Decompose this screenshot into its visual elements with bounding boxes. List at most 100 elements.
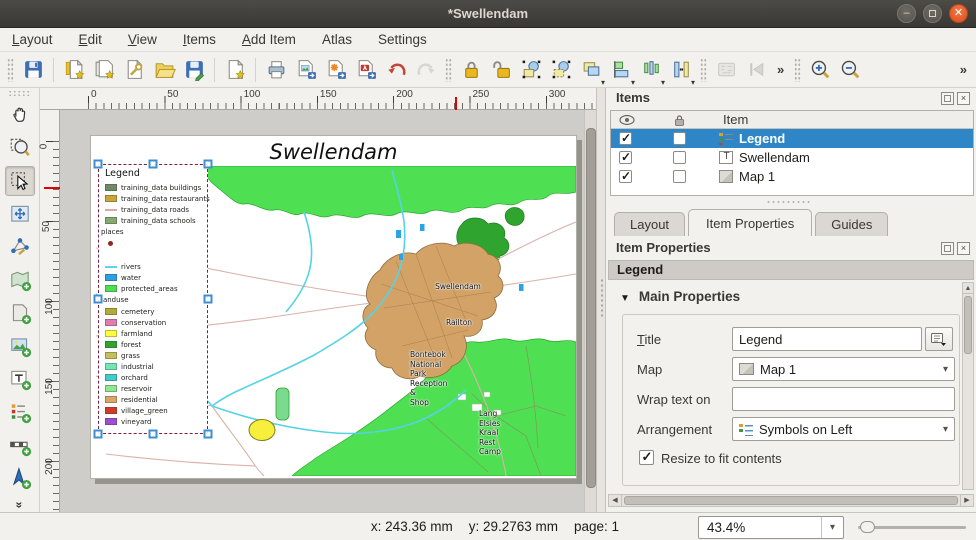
properties-vertical-scrollbar[interactable]: ▲ [962, 282, 974, 490]
atlas-first-feature-button[interactable] [742, 56, 770, 84]
selection-handle-sw[interactable] [94, 430, 103, 439]
selection-handle-se[interactable] [204, 430, 213, 439]
menu-layout[interactable]: Layout [12, 32, 53, 47]
menu-settings[interactable]: Settings [378, 32, 427, 47]
items-row-legend[interactable]: Legend [611, 129, 973, 148]
scroll-up-arrow-icon[interactable]: ▲ [963, 283, 973, 294]
distribute-selected-items-button[interactable] [637, 56, 665, 84]
toolbar-overflow-button[interactable]: » [772, 62, 789, 77]
duplicate-layout-button[interactable] [90, 56, 118, 84]
zoom-level-combobox[interactable]: 43.4% ▾ [698, 516, 844, 539]
items-row-swellendam[interactable]: Swellendam [611, 148, 973, 167]
selection-handle-e[interactable] [204, 295, 213, 304]
zoom-tool-button[interactable] [5, 133, 35, 163]
open-layout-button[interactable] [150, 56, 178, 84]
select-move-item-button[interactable] [5, 166, 35, 196]
scroll-left-arrow-icon[interactable]: ◀ [609, 495, 622, 506]
item-visibility-checkbox[interactable] [619, 151, 632, 164]
new-layout-button[interactable] [60, 56, 88, 84]
add-map-button[interactable] [5, 265, 35, 295]
toolbar-drag-handle[interactable] [445, 58, 452, 82]
selection-handle-s[interactable] [149, 430, 158, 439]
raise-selected-items-button[interactable] [577, 56, 605, 84]
tab-guides[interactable]: Guides [815, 212, 888, 236]
item-lock-checkbox[interactable] [673, 170, 686, 183]
menu-view[interactable]: View [128, 32, 157, 47]
menu-atlas[interactable]: Atlas [322, 32, 352, 47]
canvas-vertical-scrollbar[interactable] [584, 110, 596, 512]
selection-handle-nw[interactable] [94, 160, 103, 169]
edit-nodes-item-button[interactable] [5, 232, 35, 262]
toolbar-drag-handle[interactable] [700, 58, 707, 82]
scrollbar-thumb[interactable] [964, 296, 972, 354]
add-3d-map-button[interactable] [5, 298, 35, 328]
wrap-text-input[interactable] [732, 387, 955, 411]
item-visibility-checkbox[interactable] [619, 132, 632, 145]
map-select[interactable]: Map 1 ▾ [732, 357, 955, 381]
add-scalebar-button[interactable] [5, 430, 35, 460]
export-svg-button[interactable] [322, 56, 350, 84]
zoom-slider[interactable] [858, 521, 966, 533]
close-button[interactable]: ✕ [949, 4, 968, 23]
print-button[interactable] [262, 56, 290, 84]
slider-handle[interactable] [860, 521, 875, 533]
close-panel-icon[interactable]: × [957, 242, 970, 255]
save-button[interactable] [19, 56, 47, 84]
scrollbar-thumb[interactable] [624, 496, 958, 505]
export-pdf-button[interactable] [352, 56, 380, 84]
redo-button[interactable] [412, 56, 440, 84]
maximize-button[interactable] [923, 4, 942, 23]
main-properties-section-header[interactable]: ▼Main Properties [620, 289, 740, 304]
move-item-content-button[interactable] [5, 199, 35, 229]
left-toolbar-overflow-button[interactable]: » [13, 502, 27, 509]
item-lock-checkbox[interactable] [673, 151, 686, 164]
toolbar-overflow-button-2[interactable]: » [955, 62, 972, 77]
zoom-in-button[interactable] [806, 56, 834, 84]
minimize-button[interactable]: – [897, 4, 916, 23]
selection-handle-ne[interactable] [204, 160, 213, 169]
scroll-right-arrow-icon[interactable]: ▶ [960, 495, 973, 506]
tab-item-properties[interactable]: Item Properties [688, 209, 812, 236]
export-image-button[interactable] [292, 56, 320, 84]
tab-layout[interactable]: Layout [614, 212, 685, 236]
arrangement-select[interactable]: Symbols on Left ▾ [732, 417, 955, 441]
legend-item[interactable]: Legend training_data buildingstraining_d… [98, 164, 208, 434]
item-visibility-checkbox[interactable] [619, 170, 632, 183]
panel-resize-handle[interactable] [766, 200, 810, 204]
group-items-button[interactable] [517, 56, 545, 84]
toolbar-drag-handle[interactable] [7, 58, 14, 82]
panel-horizontal-scrollbar[interactable]: ◀ ▶ [608, 494, 974, 507]
legend-title-input[interactable] [732, 327, 922, 351]
float-panel-icon[interactable] [941, 242, 954, 255]
resize-selected-items-button[interactable] [667, 56, 695, 84]
unlock-all-items-button[interactable] [487, 56, 515, 84]
item-lock-checkbox[interactable] [673, 132, 686, 145]
menu-add-item[interactable]: Add Item [242, 32, 296, 47]
items-row-map-1[interactable]: Map 1 [611, 167, 973, 186]
undo-button[interactable] [382, 56, 410, 84]
add-picture-button[interactable] [5, 331, 35, 361]
title-bar[interactable]: *Swellendam – ✕ [0, 0, 976, 28]
data-defined-override-button[interactable] [925, 327, 953, 351]
selection-handle-n[interactable] [149, 160, 158, 169]
lock-selected-items-button[interactable] [457, 56, 485, 84]
zoom-out-button[interactable] [836, 56, 864, 84]
layout-canvas[interactable]: Swellendam [60, 110, 584, 512]
close-panel-icon[interactable]: × [957, 92, 970, 105]
save-as-template-button[interactable] [180, 56, 208, 84]
pan-tool-button[interactable] [5, 100, 35, 130]
layout-properties-button[interactable] [120, 56, 148, 84]
panel-splitter[interactable] [596, 88, 606, 512]
float-panel-icon[interactable] [941, 92, 954, 105]
add-items-from-template-button[interactable] [221, 56, 249, 84]
atlas-settings-button[interactable] [712, 56, 740, 84]
toolbar-drag-handle[interactable] [8, 90, 32, 97]
selection-handle-w[interactable] [94, 295, 103, 304]
add-label-button[interactable] [5, 364, 35, 394]
add-north-arrow-button[interactable] [5, 463, 35, 493]
add-legend-button[interactable] [5, 397, 35, 427]
menu-edit[interactable]: Edit [79, 32, 102, 47]
ungroup-items-button[interactable] [547, 56, 575, 84]
resize-to-fit-checkbox[interactable] [639, 450, 654, 465]
layout-page[interactable]: Swellendam [90, 135, 577, 479]
